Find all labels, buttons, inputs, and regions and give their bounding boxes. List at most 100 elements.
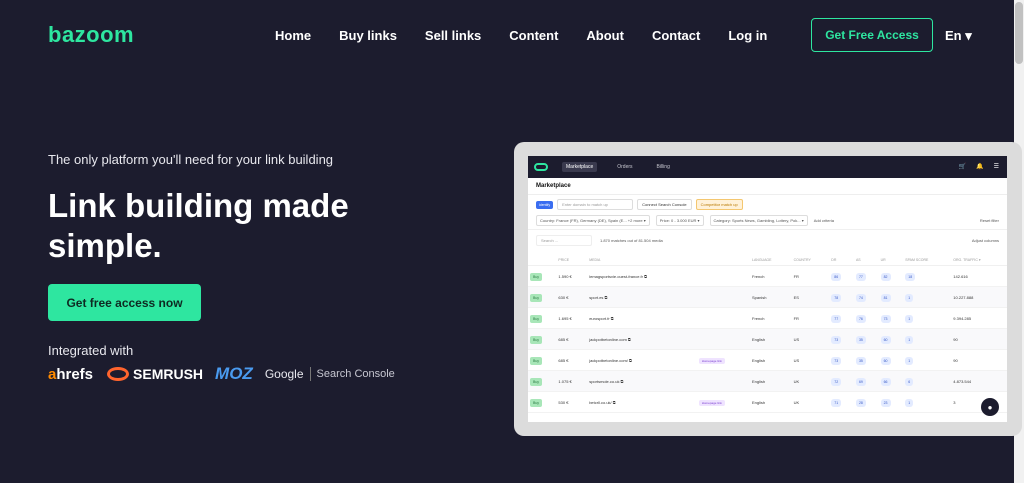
scrollbar-thumb[interactable] — [1015, 2, 1023, 64]
cell-spam: 1 — [905, 398, 914, 407]
cell-country: ES — [793, 294, 799, 300]
semrush-logo: SEMRUSH — [107, 366, 203, 382]
mock-adjust-columns: Adjust columns — [971, 238, 999, 243]
mock-domain-input: Enter domain to match up — [557, 199, 634, 210]
cell-as: 35 — [855, 356, 866, 365]
cell-as: 76 — [855, 314, 866, 323]
chat-bubble-icon[interactable]: ● — [981, 398, 999, 416]
bazoom-logo[interactable]: bazoom — [48, 22, 134, 48]
cell-buy: Buy — [530, 293, 543, 302]
cell-traffic: 90 — [953, 336, 958, 342]
mock-media-table: PRICE MEDIA LANGUAGE COUNTRY DR AS UR SPAM SC… — [528, 255, 1007, 413]
ahrefs-logo: ahrefs — [48, 365, 94, 383]
menu-icon: ☰ — [993, 164, 999, 170]
cell-spam: 1 — [905, 335, 914, 344]
nav-home[interactable]: Home — [275, 28, 311, 43]
cell-spam: 1 — [905, 356, 914, 365]
cell-as: 77 — [855, 272, 866, 281]
cell-media: jackpotbetonline.com ⧉ — [589, 336, 631, 342]
cell-ur: 66 — [880, 377, 891, 386]
nav-contact[interactable]: Contact — [652, 28, 700, 43]
cell-media: sport.es ⧉ — [589, 294, 608, 300]
nav-log-in[interactable]: Log in — [728, 28, 767, 43]
mock-table-search: Search ... — [536, 235, 592, 246]
cell-media: eurosport.fr ⧉ — [589, 315, 614, 321]
mock-filter-row: Country: France (FR), Germany (DE), Spai… — [528, 214, 1007, 230]
cell-ur: 82 — [880, 272, 891, 281]
cell-dr: 77 — [831, 314, 842, 323]
cell-dr: 72 — [831, 377, 842, 386]
google-search-console-logo: Google Search Console — [264, 367, 395, 381]
cell-ur: 60 — [880, 356, 891, 365]
cell-price: 1.075 € — [558, 378, 572, 384]
mock-tab-orders: Orders — [617, 164, 633, 170]
mock-add-criteria: Add criteria — [813, 218, 834, 223]
cell-lang: English — [752, 399, 766, 405]
bell-icon: 🔔 — [976, 164, 984, 170]
cell-country: US — [793, 336, 800, 342]
cell-traffic: 90 — [953, 357, 958, 363]
table-row: Buy 630 € sport.es ⧉ Spanish ES 78 74 81 1 10.227… — [528, 286, 1007, 308]
cell-buy: Buy — [530, 356, 543, 365]
mock-connect-button: Connect Search Console — [637, 199, 692, 210]
get-free-access-button[interactable]: Get Free Access — [811, 18, 933, 52]
cell-country: FR — [793, 273, 799, 279]
cell-spam: 18 — [905, 272, 916, 281]
cell-traffic: 10.227.888 — [953, 294, 974, 300]
mock-identify-badge: identify — [536, 200, 554, 209]
cell-spam: 1 — [905, 293, 914, 302]
cell-buy: Buy — [530, 272, 543, 281]
main-nav: Home Buy links Sell links Content About … — [275, 28, 795, 43]
mock-logo-icon — [534, 163, 548, 171]
cell-dr: 73 — [831, 335, 842, 344]
nav-buy-links[interactable]: Buy links — [339, 28, 397, 43]
table-row: Buy 685 € jackpotbetonline.com/ ⧉ Homepage … — [528, 349, 1007, 371]
cell-dr: 71 — [831, 398, 842, 407]
mock-filter-price: Price: 0 - 3.000 EUR ▾ — [655, 215, 704, 226]
cell-ur: 23 — [880, 398, 891, 407]
semrush-icon — [107, 367, 130, 381]
cell-media: betcrll.co.uk/ ⧉ — [589, 399, 616, 405]
table-row: Buy 1.590 € lemagsportsvie.ouest-france.fr… — [528, 265, 1007, 287]
top-navigation: bazoom Home Buy links Sell links Content… — [0, 0, 1024, 70]
get-free-access-now-button[interactable]: Get free access now — [48, 284, 201, 321]
hero-headline: Link building made simple. — [48, 187, 349, 264]
table-row: Buy 530 € betcrll.co.uk/ ⧉ Homepage link Eng… — [528, 391, 1007, 413]
cell-lang: French — [752, 273, 765, 279]
laptop-mockup: Marketplace Orders Billing 🛒 🔔 ☰ Marketpla… — [514, 142, 1022, 436]
hero-tagline: The only platform you'll need for your l… — [48, 152, 334, 167]
table-row: Buy 1.695 € eurosport.fr ⧉ French FR 77 76 73 1 9… — [528, 307, 1007, 329]
cell-lang: English — [752, 357, 766, 363]
cell-lang: English — [752, 336, 766, 342]
cell-buy: Buy — [530, 335, 543, 344]
cell-buy: Buy — [530, 377, 543, 386]
mock-search-row: identify Enter domain to match up Connec… — [528, 195, 1007, 214]
cell-country: FR — [793, 315, 799, 321]
cell-as: 74 — [855, 293, 866, 302]
nav-sell-links[interactable]: Sell links — [425, 28, 481, 43]
cell-as: 69 — [855, 377, 866, 386]
mock-page-title: Marketplace — [528, 178, 1007, 195]
cell-spam: 1 — [905, 314, 914, 323]
nav-about[interactable]: About — [586, 28, 624, 43]
cell-traffic: 142.616 — [953, 273, 968, 279]
cell-buy: Buy — [530, 314, 543, 323]
cell-lang: French — [752, 315, 765, 321]
cell-traffic: 3 — [953, 399, 956, 405]
mock-filter-country: Country: France (FR), Germany (DE), Spai… — [536, 215, 650, 226]
mock-tab-billing: Billing — [656, 164, 670, 170]
cell-media: jackpotbetonline.com/ ⧉ — [589, 357, 632, 363]
cell-dr: 78 — [831, 293, 842, 302]
nav-content[interactable]: Content — [509, 28, 558, 43]
cell-as: 35 — [855, 335, 866, 344]
cell-price: 530 € — [558, 399, 569, 405]
cell-price: 630 € — [558, 294, 569, 300]
mock-competitor-button: Competitor match up — [695, 199, 743, 210]
language-selector[interactable]: En ▾ — [945, 28, 972, 44]
cell-ur: 60 — [880, 335, 891, 344]
marketplace-screenshot: Marketplace Orders Billing 🛒 🔔 ☰ Marketpla… — [528, 156, 1007, 422]
cell-dr: 73 — [831, 356, 842, 365]
cell-traffic: 4.873.544 — [953, 378, 972, 384]
cell-country: US — [793, 357, 800, 363]
cell-price: 685 € — [558, 336, 569, 342]
